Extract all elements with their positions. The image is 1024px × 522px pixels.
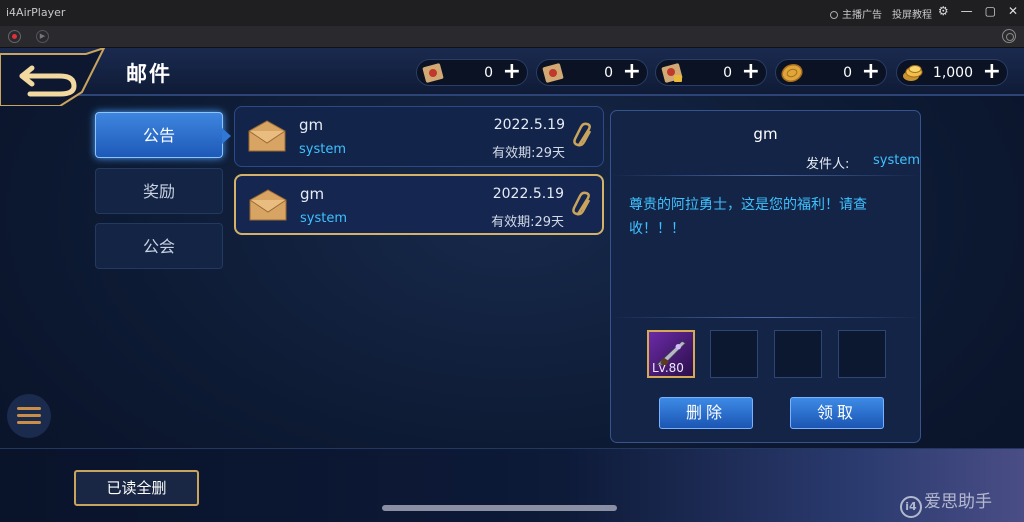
currency-locked-scroll: 0 + (655, 59, 767, 86)
attachment-slot-empty (710, 330, 758, 378)
scroll-icon (422, 63, 444, 83)
player-toolbar: ▶ (0, 26, 1024, 48)
watermark-logo: i4 (900, 496, 922, 518)
gold-coins-icon (903, 65, 923, 81)
page-title: 邮件 (126, 62, 172, 86)
menu-button[interactable] (7, 394, 51, 438)
settings-icon[interactable]: ⚙ (938, 4, 949, 18)
envelope-icon (249, 189, 287, 221)
watermark: i4 爱思助手 (900, 487, 992, 518)
add-button[interactable]: + (862, 59, 880, 84)
currency-value: 0 (604, 65, 613, 81)
app-window: i4AirPlayer 主播广告 投屏教程 ⚙ — ▢ ✕ ▶ 邮件 0 + 0… (0, 0, 1024, 522)
record-button[interactable] (8, 30, 21, 43)
app-name: i4AirPlayer (6, 6, 66, 19)
add-button[interactable]: + (983, 59, 1001, 84)
add-button[interactable]: + (503, 59, 521, 84)
add-button[interactable]: + (623, 59, 641, 84)
back-button[interactable] (0, 48, 110, 106)
target-icon[interactable] (1002, 29, 1016, 43)
delete-all-read-button[interactable]: 已读全删 (74, 470, 199, 506)
delete-button[interactable]: 删除 (659, 397, 753, 429)
mail-expiry: 有效期:29天 (492, 146, 565, 161)
maximize-button[interactable]: ▢ (985, 4, 996, 18)
mail-date: 2022.5.19 (492, 186, 564, 202)
play-button[interactable]: ▶ (36, 30, 49, 43)
tab-reward[interactable]: 奖励 (95, 168, 223, 214)
mail-header-bar: 邮件 0 + 0 + 0 + 0 + 1,000 + (0, 48, 1024, 106)
attachment-slot-empty (774, 330, 822, 378)
mail-date: 2022.5.19 (493, 117, 565, 133)
paperclip-icon (572, 191, 591, 216)
attachment-level: Lv.80 (652, 361, 684, 375)
add-button[interactable]: + (742, 59, 760, 84)
close-button[interactable]: ✕ (1008, 4, 1018, 18)
title-bar: i4AirPlayer 主播广告 投屏教程 ⚙ — ▢ ✕ (0, 0, 1024, 26)
minimize-button[interactable]: — (961, 4, 973, 18)
mail-sender: gm (299, 116, 324, 134)
mail-detail-panel: gm 发件人: system 尊贵的阿拉勇士，这是您的福利！请查收！！！ Lv.… (610, 110, 921, 443)
attachment-slot[interactable]: Lv.80 (647, 330, 695, 378)
currency-gold: 1,000 + (896, 59, 1008, 86)
currency-value: 1,000 (932, 65, 973, 81)
locked-scroll-icon (661, 63, 683, 83)
detail-title: gm (753, 125, 778, 143)
mail-item[interactable]: gm system 2022.5.19 有效期:29天 (234, 174, 604, 235)
divider (611, 317, 920, 318)
tutorial-link[interactable]: 投屏教程 (892, 6, 932, 21)
currency-value: 0 (723, 65, 732, 81)
currency-scroll-1: 0 + (416, 59, 528, 86)
currency-value: 0 (484, 65, 493, 81)
paperclip-icon (573, 122, 592, 147)
sender-value: system (873, 153, 920, 168)
watermark-text: 爱思助手 (924, 492, 992, 512)
envelope-icon (248, 120, 286, 152)
circle-icon (830, 11, 838, 19)
sender-label: 发件人: (806, 157, 850, 172)
mail-type: system (299, 142, 346, 157)
mail-type: system (300, 211, 347, 226)
divider (611, 175, 920, 176)
game-screen: 邮件 0 + 0 + 0 + 0 + 1,000 + 公告 奖励 公会 gm s… (0, 48, 1024, 522)
tab-guild[interactable]: 公会 (95, 223, 223, 269)
tab-announcement[interactable]: 公告 (95, 112, 231, 158)
attachment-slot-empty (838, 330, 886, 378)
home-indicator (382, 505, 617, 511)
mail-expiry: 有效期:29天 (491, 215, 564, 230)
scroll-icon (542, 63, 564, 83)
ad-link[interactable]: 主播广告 (830, 6, 882, 21)
claim-button[interactable]: 领取 (790, 397, 884, 429)
mail-item[interactable]: gm system 2022.5.19 有效期:29天 (234, 106, 604, 167)
coin-icon (781, 63, 803, 83)
currency-coin: 0 + (775, 59, 887, 86)
currency-scroll-2: 0 + (536, 59, 648, 86)
mail-body: 尊贵的阿拉勇士，这是您的福利！请查收！！！ (629, 197, 867, 237)
mail-sender: gm (300, 185, 325, 203)
currency-value: 0 (843, 65, 852, 81)
